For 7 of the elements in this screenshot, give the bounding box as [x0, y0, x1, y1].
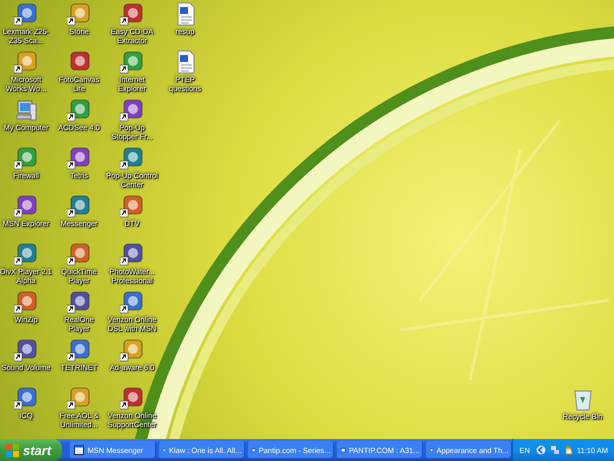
window-icon [252, 445, 256, 455]
network-icon[interactable] [550, 445, 560, 455]
window-icon [74, 445, 84, 455]
window-icon [341, 445, 346, 455]
windows-logo-icon [6, 444, 19, 456]
tray-icon[interactable] [536, 445, 546, 455]
start-button[interactable]: start [0, 439, 62, 461]
